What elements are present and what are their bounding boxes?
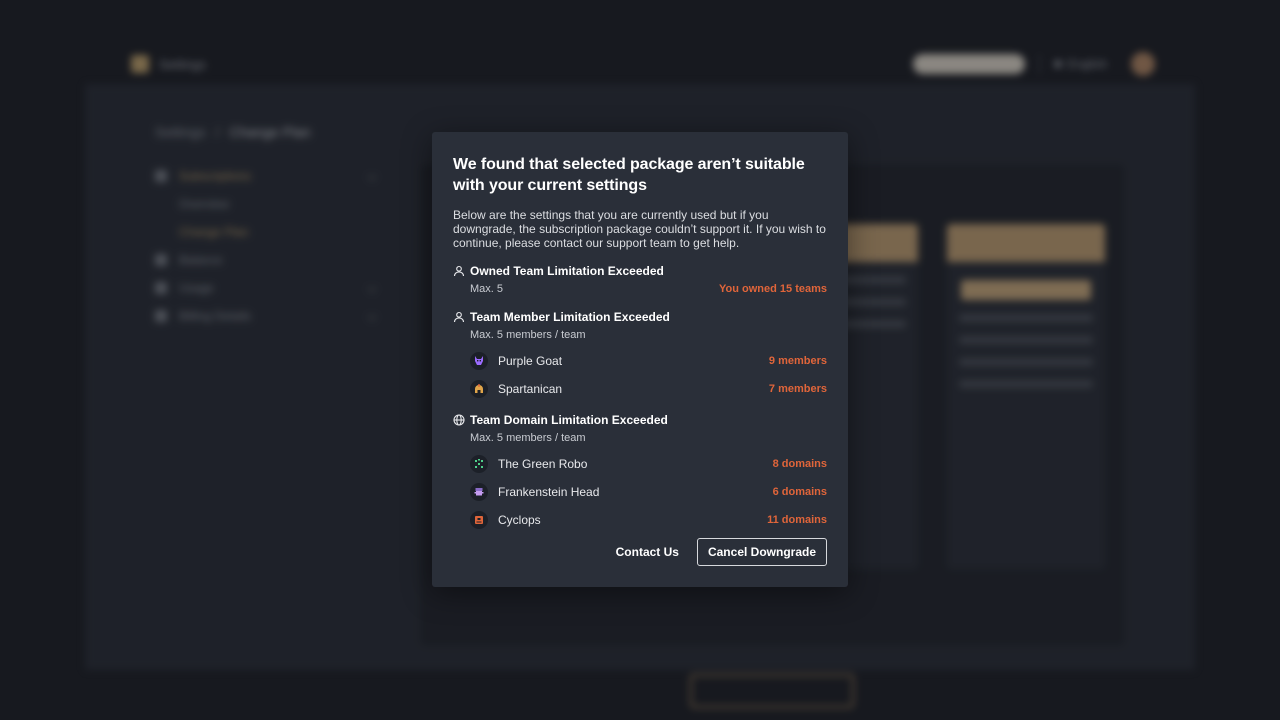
team-domain-section: Team Domain Limitation Exceeded Max. 5 m… — [453, 412, 827, 534]
breadcrumb: Settings / Change Plan — [155, 124, 310, 140]
modal-title: We found that selected package aren’t su… — [453, 156, 805, 194]
plan-feature-line — [959, 314, 1093, 322]
sidebar-item-label: Balance — [179, 253, 223, 267]
contact-plan-button[interactable] — [961, 280, 1091, 300]
app-logo-icon — [131, 55, 149, 73]
divider — [1038, 54, 1040, 74]
plan-header — [947, 224, 1105, 262]
team-member-section: Team Member Limitation Exceeded Max. 5 m… — [453, 309, 827, 403]
downgrade-warning-modal: We found that selected package aren’t su… — [432, 132, 848, 587]
section-limit: Max. 5 members / team — [470, 329, 586, 341]
team-name: Purple Goat — [498, 354, 563, 368]
team-count: 7 members — [768, 383, 827, 395]
plan-feature-line — [959, 336, 1093, 344]
top-bar-actions: English — [912, 52, 1155, 76]
owned-team-section: Owned Team Limitation Exceeded Max. 5 Yo… — [453, 263, 827, 296]
sidebar-item-label: Usage — [179, 281, 214, 295]
list-item: Spartanican 7 members — [453, 375, 827, 403]
avatar[interactable] — [1131, 52, 1155, 76]
sidebar-item-overview[interactable]: Overview — [155, 190, 375, 218]
sidebar-item-label: Billing Details — [179, 309, 252, 323]
section-header: Owned Team Limitation Exceeded — [453, 263, 827, 279]
chart-icon — [155, 282, 167, 294]
sidebar-item-label: Subscriptions — [179, 169, 252, 183]
contact-us-button[interactable]: Contact Us — [616, 545, 679, 559]
language-selector[interactable]: English — [1053, 57, 1107, 71]
chevron-down-icon — [367, 311, 377, 321]
section-status: You owned 15 teams — [719, 283, 827, 295]
team-count: 11 domains — [767, 514, 827, 526]
wallet-icon — [155, 254, 167, 266]
section-title: Team Member Limitation Exceeded — [470, 310, 670, 324]
team-name: The Green Robo — [498, 457, 588, 471]
settings-sidebar: Subscriptions Overview Change Plan Balan… — [155, 162, 377, 330]
sidebar-item-usage[interactable]: Usage — [155, 274, 377, 302]
team-count: 9 members — [768, 355, 827, 367]
spartan-helmet-icon — [470, 380, 488, 398]
breadcrumb-parent[interactable]: Settings — [155, 124, 206, 140]
list-item: The Green Robo 8 domains — [453, 450, 827, 478]
section-limit-row: Max. 5 members / team — [453, 328, 827, 342]
chevron-down-icon — [367, 283, 377, 293]
purple-goat-icon — [470, 352, 488, 370]
section-limit-row: Max. 5 members / team — [453, 431, 827, 445]
user-icon — [453, 311, 465, 323]
team-list: Purple Goat 9 members Spartanican 7 memb… — [453, 347, 827, 403]
globe-icon — [1053, 60, 1062, 68]
sidebar-item-label: Change Plan — [179, 225, 249, 239]
cancel-downgrade-button[interactable]: Cancel Downgrade — [696, 538, 827, 566]
team-name: Frankenstein Head — [498, 485, 600, 499]
subscription-icon — [155, 170, 167, 182]
language-label: English — [1067, 57, 1107, 71]
section-title: Team Domain Limitation Exceeded — [470, 413, 668, 427]
show-all-features-button[interactable] — [690, 674, 854, 708]
section-limit: Max. 5 — [470, 283, 504, 295]
team-count: 6 domains — [772, 486, 827, 498]
modal-footer: Contact Us Cancel Downgrade — [616, 538, 827, 566]
team-name: Spartanican — [498, 382, 563, 396]
plan-feature-line — [959, 358, 1093, 366]
breadcrumb-separator: / — [215, 124, 220, 140]
list-item: Frankenstein Head 6 domains — [453, 478, 827, 506]
breadcrumb-current: Change Plan — [229, 124, 311, 140]
globe-icon — [453, 414, 465, 426]
section-limit: Max. 5 members / team — [470, 432, 586, 444]
frankenstein-icon — [470, 483, 488, 501]
sidebar-item-billing-details[interactable]: Billing Details — [155, 302, 377, 330]
top-bar: Settings English — [85, 44, 1195, 84]
user-icon — [453, 265, 465, 277]
team-list: The Green Robo 8 domains Frankenstein He… — [453, 450, 827, 534]
sidebar-item-subscriptions[interactable]: Subscriptions — [155, 162, 377, 190]
green-robot-icon — [470, 455, 488, 473]
sidebar-item-change-plan[interactable]: Change Plan — [155, 218, 375, 246]
section-limit-row: Max. 5 You owned 15 teams — [453, 282, 827, 296]
cyclops-icon — [470, 511, 488, 529]
plan-card-advanced — [947, 224, 1105, 569]
section-title: Owned Team Limitation Exceeded — [470, 264, 664, 278]
team-name: Cyclops — [498, 513, 541, 527]
app-title: Settings — [159, 56, 206, 72]
section-header: Team Domain Limitation Exceeded — [453, 412, 827, 428]
team-count: 8 domains — [772, 458, 827, 470]
modal-description: Below are the settings that you are curr… — [453, 208, 826, 250]
list-item: Purple Goat 9 members — [453, 347, 827, 375]
sidebar-item-balance[interactable]: Balance — [155, 246, 375, 274]
list-item: Cyclops 11 domains — [453, 506, 827, 534]
plan-pill[interactable] — [912, 54, 1025, 74]
chevron-down-icon — [367, 171, 377, 181]
plan-feature-line — [959, 380, 1093, 388]
billing-icon — [155, 310, 167, 322]
section-header: Team Member Limitation Exceeded — [453, 309, 827, 325]
sidebar-item-label: Overview — [179, 197, 230, 211]
